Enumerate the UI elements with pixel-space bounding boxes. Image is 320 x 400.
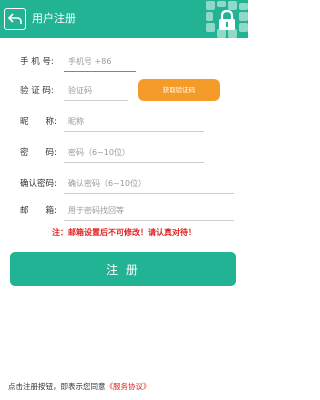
email-input[interactable]: [64, 201, 234, 221]
terms-prefix: 点击注册按钮，即表示您同意: [8, 382, 106, 391]
confirm-password-input[interactable]: [64, 174, 234, 194]
service-agreement-link[interactable]: 《服务协议》: [106, 382, 151, 391]
phone-label: 手 机 号:: [20, 57, 54, 67]
code-label: 验 证 码:: [20, 86, 54, 96]
code-row: 验 证 码: 获取验证码: [0, 79, 248, 105]
verification-code-input[interactable]: [64, 81, 128, 101]
phone-row: 手 机 号:: [0, 50, 248, 76]
email-label: 邮 箱:: [20, 206, 57, 216]
page-title: 用户注册: [32, 12, 76, 25]
register-button[interactable]: 注 册: [10, 252, 236, 286]
password-input[interactable]: [64, 143, 204, 163]
back-arrow-icon: [7, 13, 22, 24]
nickname-input[interactable]: [64, 112, 204, 132]
nickname-row: 昵 称:: [0, 110, 248, 136]
app-header: 用户注册: [0, 0, 248, 38]
password-label: 密 码:: [20, 148, 57, 158]
email-row: 邮 箱:: [0, 199, 248, 225]
phone-input[interactable]: [64, 52, 136, 72]
lock-icon: [219, 9, 235, 30]
confirm-password-row: 确认密码:: [0, 172, 248, 198]
terms-notice: 点击注册按钮，即表示您同意《服务协议》: [8, 382, 151, 392]
email-warning: 注：邮箱设置后不可修改！请认真对待！: [52, 228, 196, 237]
back-button[interactable]: [4, 8, 26, 30]
password-row: 密 码:: [0, 141, 248, 167]
get-code-button[interactable]: 获取验证码: [138, 79, 220, 101]
nickname-label: 昵 称:: [20, 117, 57, 127]
confirm-password-label: 确认密码:: [20, 179, 57, 189]
lock-badge: [206, 1, 248, 38]
